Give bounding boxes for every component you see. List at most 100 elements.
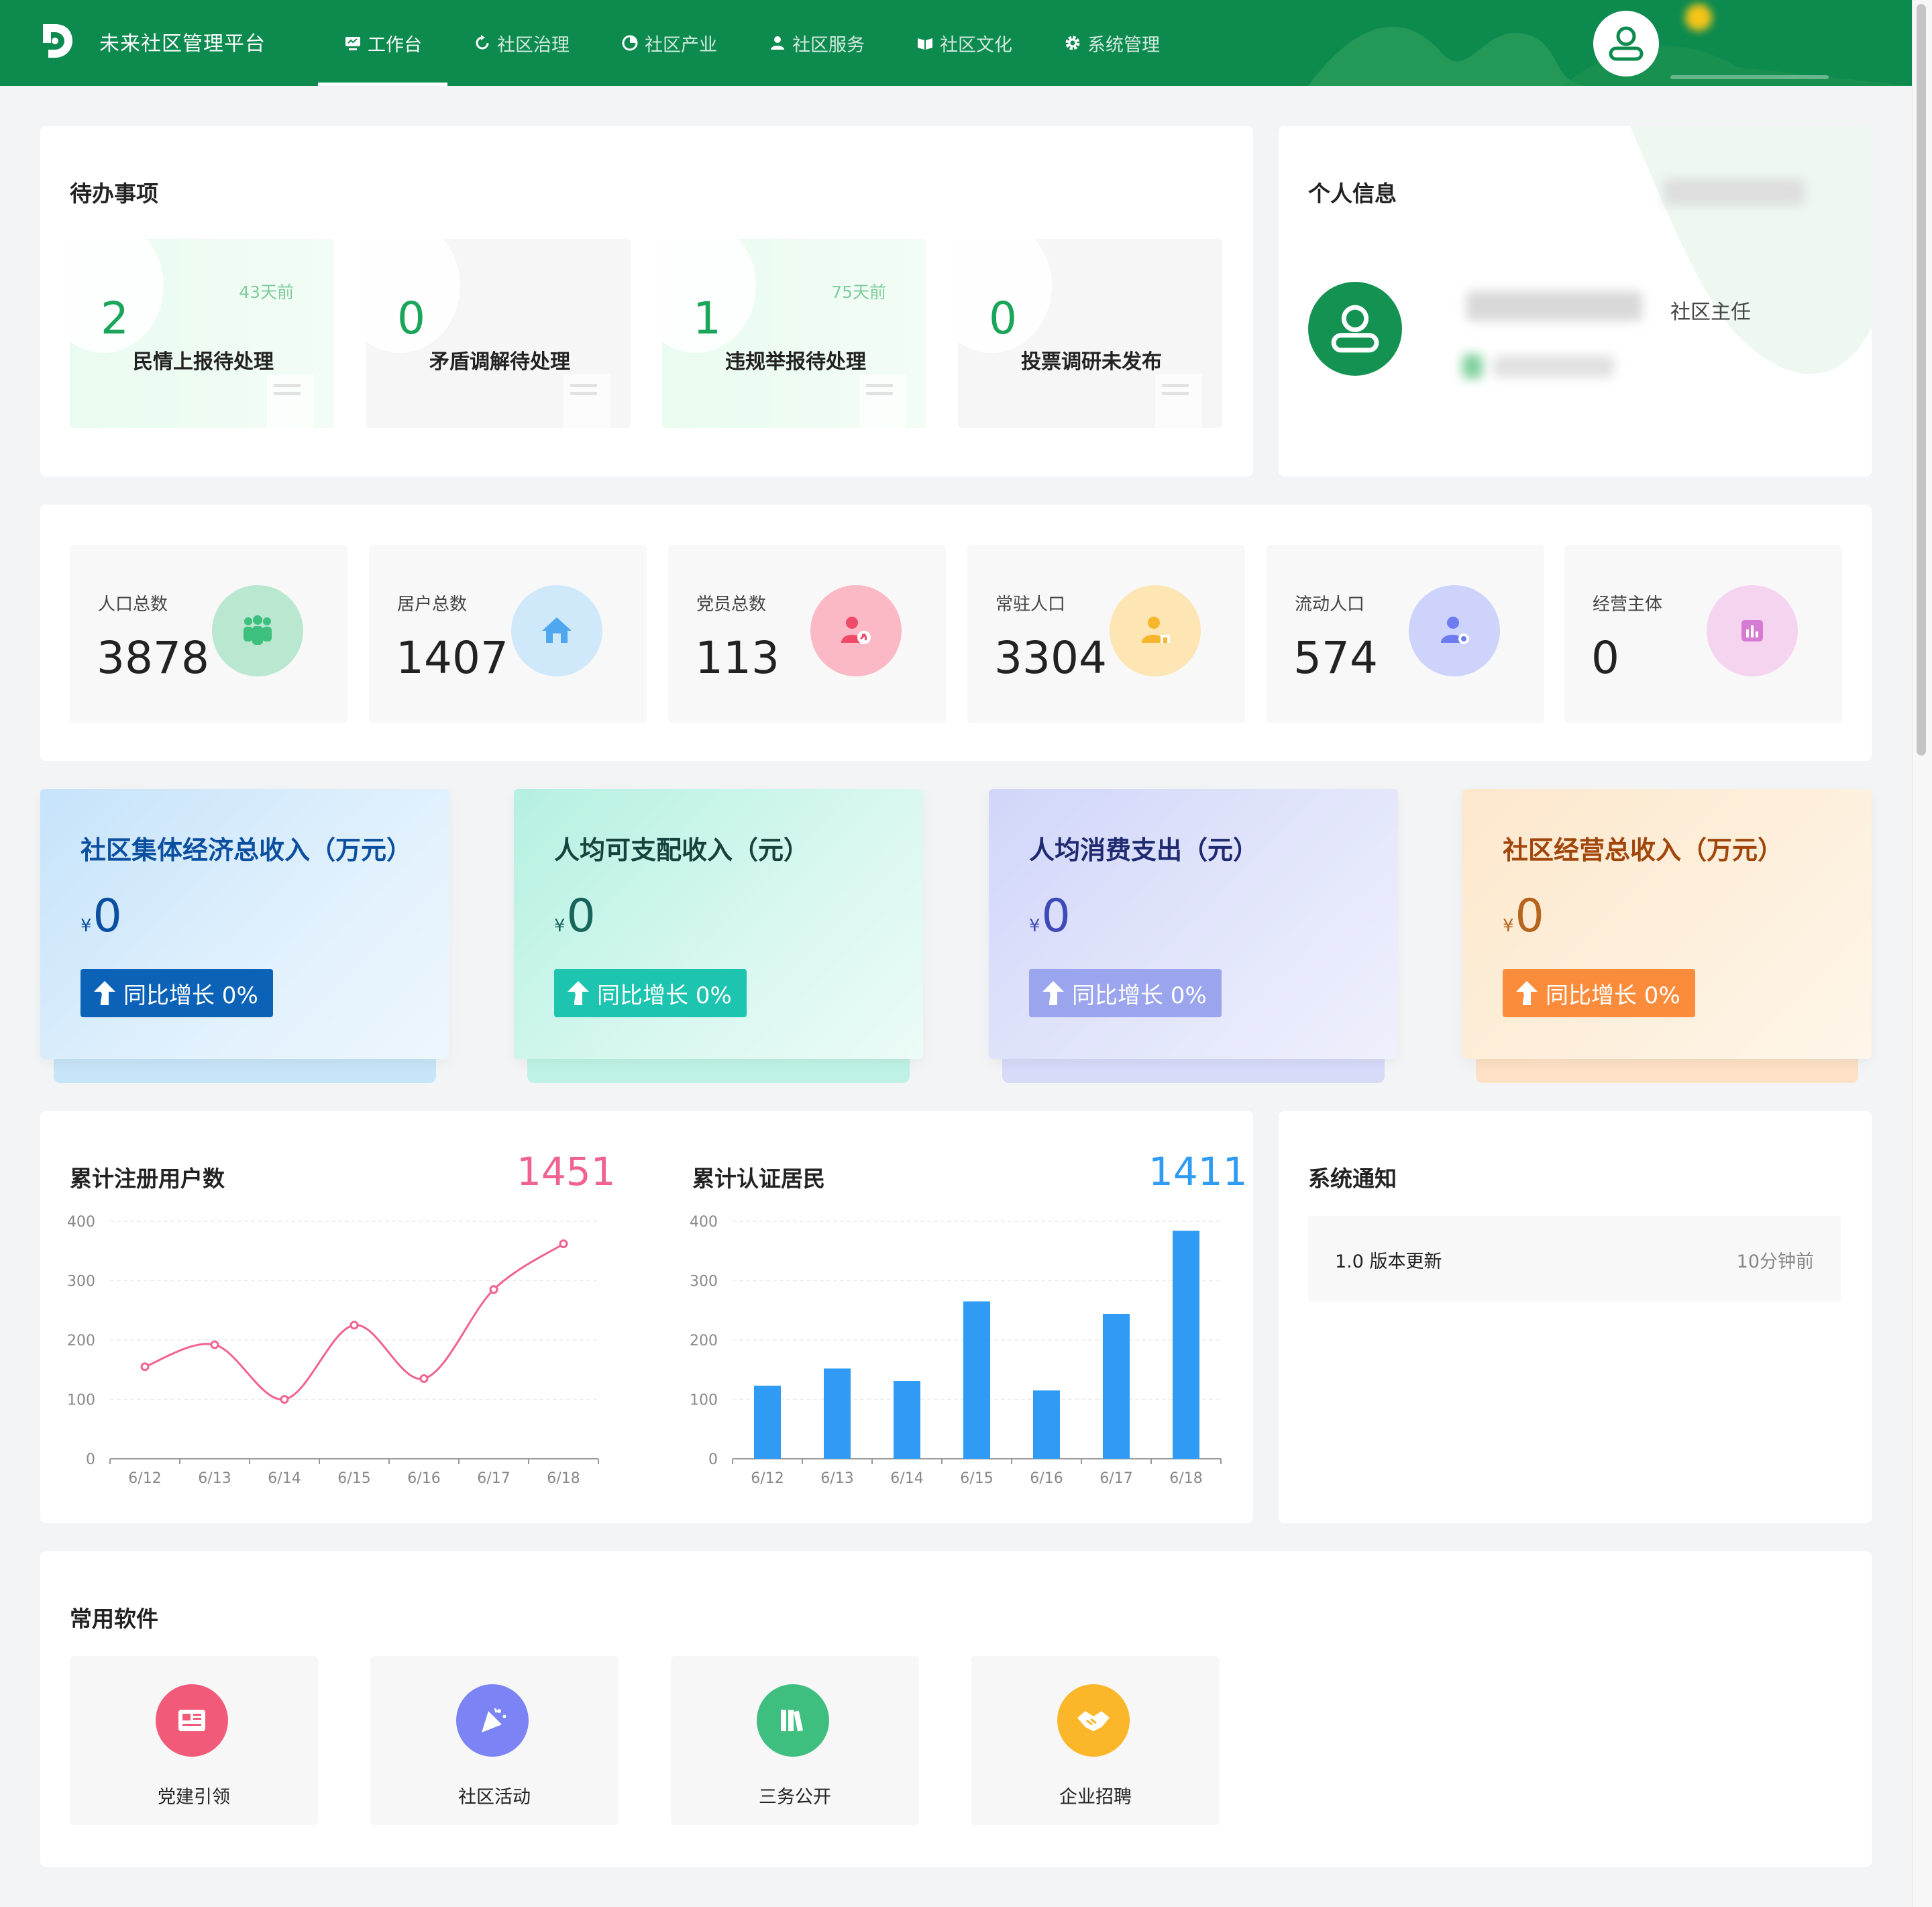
chart-total: 1411 — [1148, 1149, 1248, 1194]
arrow-up-icon — [1042, 981, 1064, 1005]
stat-card: 党员总数 113 — [668, 545, 946, 723]
nav-label: 社区治理 — [497, 34, 570, 56]
y-tick-label: 300 — [67, 1274, 95, 1290]
todo-card[interactable]: 1 违规举报待处理 75天前 — [662, 239, 926, 428]
x-tick-label: 6/14 — [890, 1470, 923, 1487]
app-recruitment[interactable]: 企业招聘 — [971, 1656, 1220, 1825]
stat-card: 常驻人口 3304 — [967, 545, 1245, 723]
app-three-affairs[interactable]: 三务公开 — [671, 1656, 919, 1825]
party-popper-icon — [456, 1684, 529, 1757]
currency-symbol: ¥ — [80, 916, 92, 936]
user-name-blurred[interactable] — [1677, 25, 1784, 52]
economy-value: ¥0 — [554, 890, 596, 943]
app-party-building[interactable]: 党建引领 — [70, 1656, 318, 1825]
stat-label: 党员总数 — [696, 595, 767, 615]
nav-label: 社区产业 — [645, 34, 717, 56]
economy-number: 0 — [1041, 890, 1071, 943]
currency-symbol: ¥ — [1029, 916, 1040, 936]
profile-name-blurred — [1466, 291, 1642, 321]
bar — [1173, 1231, 1199, 1459]
todo-card[interactable]: 0 矛盾调解待处理 — [366, 239, 631, 428]
nav-system[interactable]: 系统管理 — [1038, 0, 1185, 86]
todo-card[interactable]: 0 投票调研未发布 — [958, 239, 1222, 428]
todo-time: 43天前 — [239, 282, 294, 302]
document-icon — [564, 374, 610, 428]
user-underline — [1670, 75, 1829, 79]
nav-label: 社区文化 — [940, 34, 1012, 56]
monitor-icon — [343, 34, 362, 52]
x-tick-label: 6/17 — [1099, 1470, 1132, 1487]
x-tick-label: 6/12 — [128, 1470, 161, 1487]
x-tick-label: 6/13 — [820, 1470, 853, 1487]
scrollbar-thumb[interactable] — [1917, 4, 1926, 756]
stat-value: 3878 — [97, 632, 209, 684]
y-tick-label: 0 — [86, 1451, 95, 1468]
user-icon — [1609, 26, 1644, 61]
app-label: 社区活动 — [458, 1787, 531, 1808]
nav-service[interactable]: 社区服务 — [743, 0, 890, 86]
economy-value: ¥0 — [80, 890, 122, 943]
data-point — [140, 1362, 150, 1372]
stat-label: 流动人口 — [1295, 595, 1365, 615]
data-point — [559, 1239, 568, 1249]
todo-count: 0 — [989, 293, 1017, 344]
y-tick-label: 200 — [690, 1333, 718, 1349]
y-tick-label: 0 — [708, 1451, 718, 1468]
chart-title: 累计认证居民 — [692, 1166, 825, 1192]
app-title: 未来社区管理平台 — [99, 32, 266, 56]
stat-card: 流动人口 574 — [1267, 545, 1544, 723]
home-icon — [511, 585, 602, 676]
nav-label: 工作台 — [368, 34, 422, 56]
nav-industry[interactable]: 社区产业 — [595, 0, 743, 86]
economy-card: 社区经营总收入（万元） ¥0 同比增长 0% — [1462, 789, 1872, 1059]
x-tick-label: 6/13 — [198, 1470, 231, 1487]
notice-item[interactable]: 1.0 版本更新 10分钟前 — [1308, 1216, 1841, 1302]
growth-text: 同比增长 0% — [597, 982, 732, 1009]
todo-count: 2 — [101, 293, 129, 344]
todo-label: 违规举报待处理 — [725, 350, 866, 374]
growth-text: 同比增长 0% — [1546, 982, 1680, 1009]
x-tick-label: 6/17 — [477, 1470, 510, 1487]
books-icon — [757, 1684, 829, 1757]
growth-text: 同比增长 0% — [123, 982, 258, 1009]
x-tick-label: 6/12 — [751, 1470, 784, 1487]
currency-symbol: ¥ — [554, 916, 566, 936]
nav-governance[interactable]: 社区治理 — [447, 0, 595, 86]
profile-title: 个人信息 — [1308, 181, 1397, 207]
todo-count: 1 — [693, 293, 721, 344]
bar — [824, 1368, 851, 1459]
profile-phone-blurred — [1493, 356, 1614, 377]
growth-text: 同比增长 0% — [1072, 982, 1207, 1009]
notice-time: 10分钟前 — [1736, 1251, 1814, 1272]
people-group-icon — [212, 585, 303, 676]
document-icon — [859, 374, 906, 428]
phone-icon — [1462, 354, 1483, 378]
app-label: 三务公开 — [759, 1787, 831, 1808]
stat-label: 经营主体 — [1593, 595, 1663, 615]
stat-value: 0 — [1591, 632, 1619, 684]
profile-hill-decoration — [1630, 126, 1872, 374]
user-icon — [1331, 305, 1379, 353]
economy-title: 人均消费支出（元） — [1029, 835, 1259, 865]
stat-label: 常驻人口 — [996, 595, 1066, 615]
top-navbar: 未来社区管理平台 工作台 社区治理 社区产业 社区服务 社区文化 系统管理 — [0, 0, 1912, 86]
todo-card[interactable]: 2 民情上报待处理 43天前 — [70, 239, 334, 428]
app-logo-icon[interactable] — [39, 20, 76, 62]
todo-count: 0 — [397, 293, 425, 344]
app-community-activity[interactable]: 社区活动 — [370, 1656, 619, 1825]
x-tick-label: 6/18 — [1169, 1470, 1202, 1487]
pie-icon — [621, 34, 639, 52]
stat-value: 1407 — [396, 632, 508, 684]
data-point — [489, 1285, 498, 1294]
nav-workbench[interactable]: 工作台 — [318, 0, 447, 86]
notice-title: 系统通知 — [1308, 1166, 1397, 1192]
profile-avatar — [1308, 282, 1402, 376]
nav-culture[interactable]: 社区文化 — [890, 0, 1038, 86]
party-news-icon — [156, 1684, 228, 1757]
arrow-up-icon — [568, 981, 589, 1005]
bar — [1103, 1314, 1130, 1459]
user-avatar[interactable] — [1593, 11, 1659, 76]
stat-label: 居户总数 — [397, 595, 468, 615]
economy-value: ¥0 — [1503, 890, 1544, 943]
economy-card: 人均可支配收入（元） ¥0 同比增长 0% — [514, 789, 923, 1059]
